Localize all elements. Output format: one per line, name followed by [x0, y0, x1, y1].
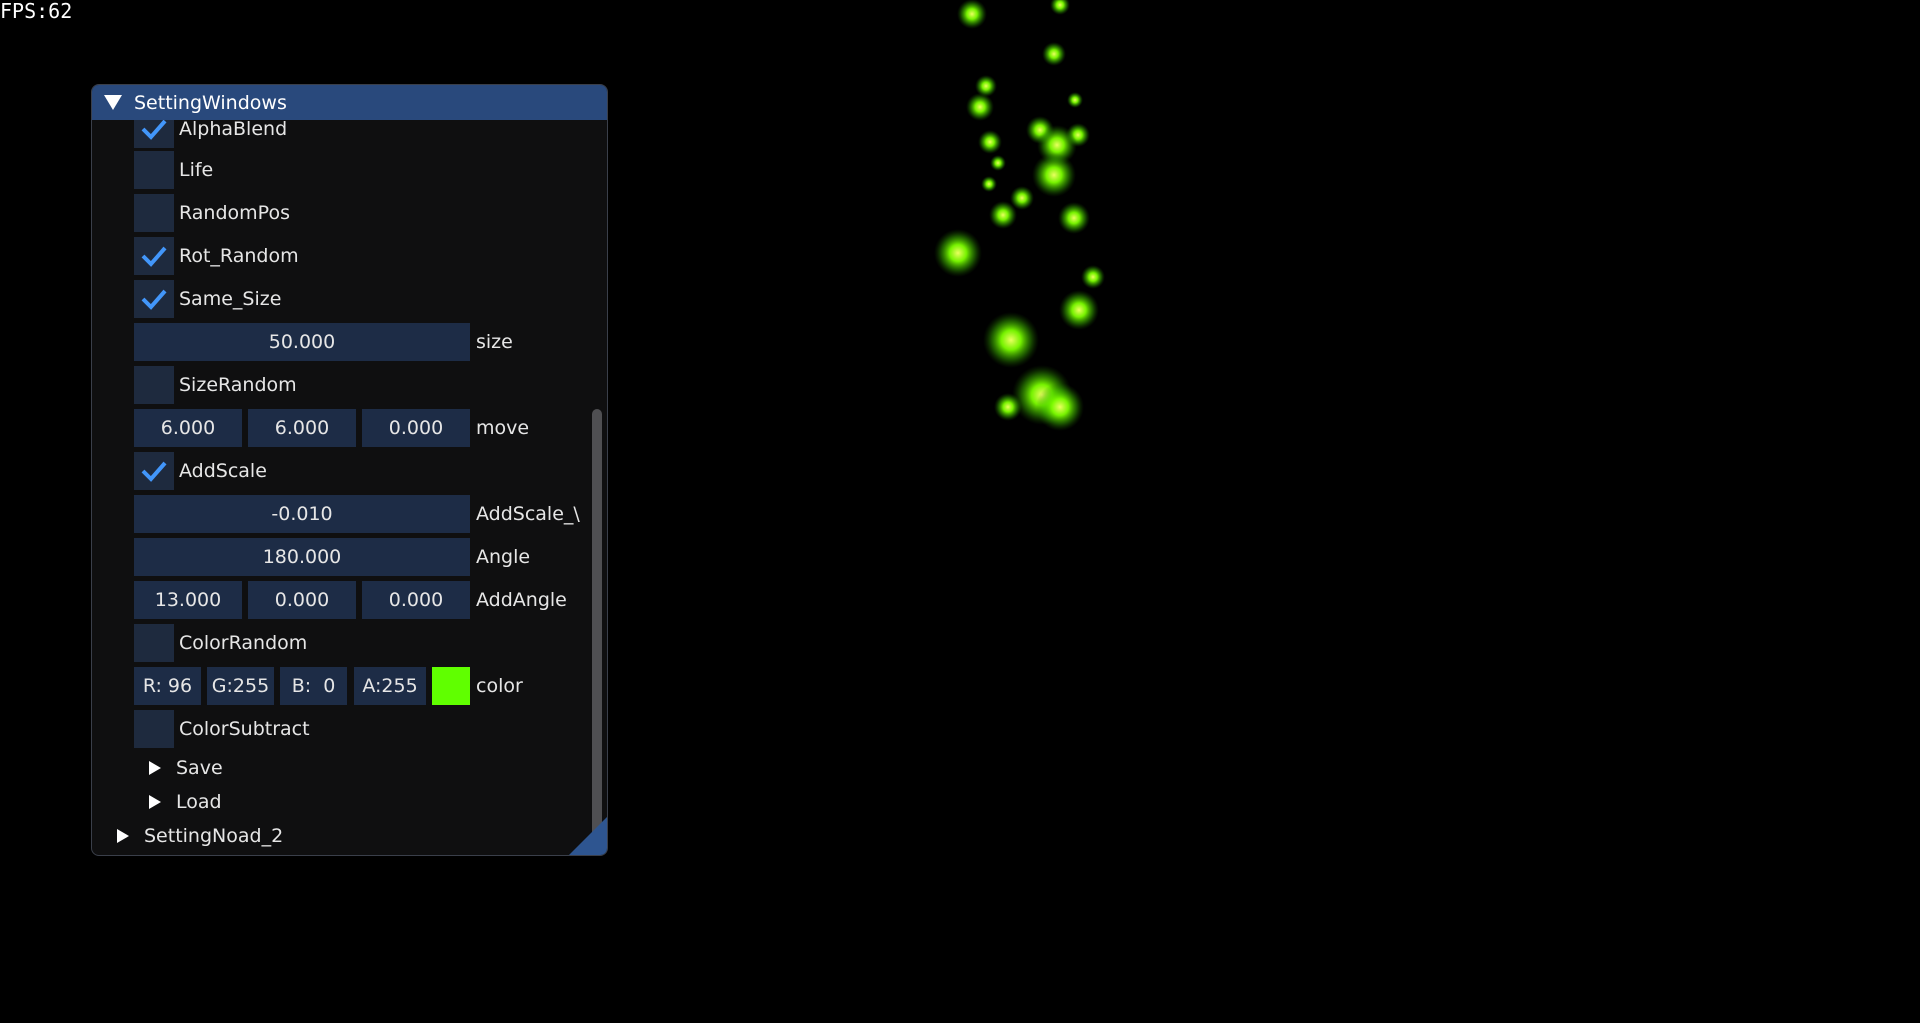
particle	[981, 176, 997, 192]
particle	[1032, 153, 1076, 197]
checkbox-label: AlphaBlend	[179, 120, 288, 140]
tree-node-load[interactable]: Load	[92, 786, 392, 816]
color-r-field[interactable]: R: 96	[134, 667, 201, 705]
particle	[934, 229, 982, 277]
checkbox-rot-random[interactable]	[134, 237, 174, 275]
collapse-arrow-icon[interactable]	[104, 95, 122, 110]
checkbox-label: Life	[179, 159, 214, 181]
checkbox-label: ColorRandom	[179, 632, 308, 654]
checkbox-life[interactable]	[134, 151, 174, 189]
addangle-x-field[interactable]: 13.000	[134, 581, 242, 619]
particle	[1059, 290, 1099, 330]
row-same-size: Same_Size	[92, 280, 607, 318]
checkmark-icon	[141, 120, 167, 140]
size-label: size	[476, 331, 513, 353]
window-title: SettingWindows	[134, 91, 287, 114]
row-colorsubtract: ColorSubtract	[92, 710, 607, 748]
checkbox-alphablend[interactable]	[134, 120, 174, 148]
checkbox-colorsubtract[interactable]	[134, 710, 174, 748]
particle	[966, 93, 994, 121]
checkmark-icon	[141, 289, 167, 310]
tree-node-save[interactable]: Save	[92, 752, 392, 782]
row-addscale: AddScale	[92, 452, 607, 490]
color-a-field[interactable]: A:255	[354, 667, 426, 705]
checkbox-randompos[interactable]	[134, 194, 174, 232]
row-addangle: 13.000 0.000 0.000 AddAngle	[92, 581, 607, 619]
particle	[994, 393, 1022, 421]
scrollbar-thumb[interactable]	[592, 409, 602, 855]
move-label: move	[476, 417, 530, 439]
expand-arrow-icon	[149, 761, 161, 775]
tree-node-settingnoad-2[interactable]: SettingNoad_2	[92, 820, 392, 850]
resize-grip-icon[interactable]	[569, 817, 607, 855]
particle	[1036, 383, 1084, 431]
expand-arrow-icon	[117, 829, 129, 843]
addangle-z-field[interactable]: 0.000	[362, 581, 470, 619]
addangle-y-field[interactable]: 0.000	[248, 581, 356, 619]
addscale-value-field[interactable]: -0.010	[134, 495, 470, 533]
vertical-scrollbar[interactable]	[590, 120, 604, 855]
row-sizerandom: SizeRandom	[92, 366, 607, 404]
row-color: R: 96 G:255 B: 0 A:255 color	[92, 667, 607, 705]
row-size: 50.000 size	[92, 323, 607, 361]
particle	[978, 130, 1002, 154]
row-move: 6.000 6.000 0.000 move	[92, 409, 607, 447]
checkbox-addscale[interactable]	[134, 452, 174, 490]
row-randompos: RandomPos	[92, 194, 607, 232]
checkbox-sizerandom[interactable]	[134, 366, 174, 404]
particle	[1067, 92, 1083, 108]
row-life: Life	[92, 151, 607, 189]
setting-window[interactable]: SettingWindows AlphaBlend Life RandomPos…	[91, 84, 608, 856]
row-colorrandom: ColorRandom	[92, 624, 607, 662]
checkbox-label: Same_Size	[179, 288, 282, 310]
particle	[983, 312, 1039, 368]
size-drag-field[interactable]: 50.000	[134, 323, 470, 361]
row-alphablend: AlphaBlend	[92, 120, 607, 148]
checkmark-icon	[141, 246, 167, 267]
move-z-field[interactable]: 0.000	[362, 409, 470, 447]
angle-label: Angle	[476, 546, 531, 568]
checkbox-label: AddScale	[179, 460, 267, 482]
addscale-value-label: AddScale_\	[476, 503, 580, 525]
row-rot-random: Rot_Random	[92, 237, 607, 275]
tree-node-label: SettingNoad_2	[144, 825, 284, 847]
particle	[957, 0, 987, 29]
addangle-label: AddAngle	[476, 589, 567, 611]
move-y-field[interactable]: 6.000	[248, 409, 356, 447]
color-g-field[interactable]: G:255	[207, 667, 274, 705]
window-content: AlphaBlend Life RandomPos Rot_Random Sam…	[92, 120, 607, 855]
row-angle: 180.000 Angle	[92, 538, 607, 576]
checkmark-icon	[141, 461, 167, 482]
angle-field[interactable]: 180.000	[134, 538, 470, 576]
window-title-bar[interactable]: SettingWindows	[92, 85, 607, 120]
checkbox-same-size[interactable]	[134, 280, 174, 318]
particle	[1050, 0, 1070, 15]
row-addscale-value: -0.010 AddScale_\	[92, 495, 607, 533]
tree-node-label: Load	[176, 791, 222, 813]
color-b-field[interactable]: B: 0	[280, 667, 347, 705]
checkbox-label: SizeRandom	[179, 374, 297, 396]
checkbox-label: RandomPos	[179, 202, 290, 224]
checkbox-label: Rot_Random	[179, 245, 299, 267]
checkbox-label: ColorSubtract	[179, 718, 310, 740]
move-x-field[interactable]: 6.000	[134, 409, 242, 447]
color-label: color	[476, 675, 523, 697]
particle	[990, 155, 1006, 171]
color-swatch[interactable]	[432, 667, 470, 705]
tree-node-label: Save	[176, 757, 223, 779]
particle	[1042, 42, 1066, 66]
particle	[1081, 265, 1105, 289]
expand-arrow-icon	[149, 795, 161, 809]
checkbox-colorrandom[interactable]	[134, 624, 174, 662]
particle	[989, 201, 1017, 229]
particle	[1058, 202, 1090, 234]
